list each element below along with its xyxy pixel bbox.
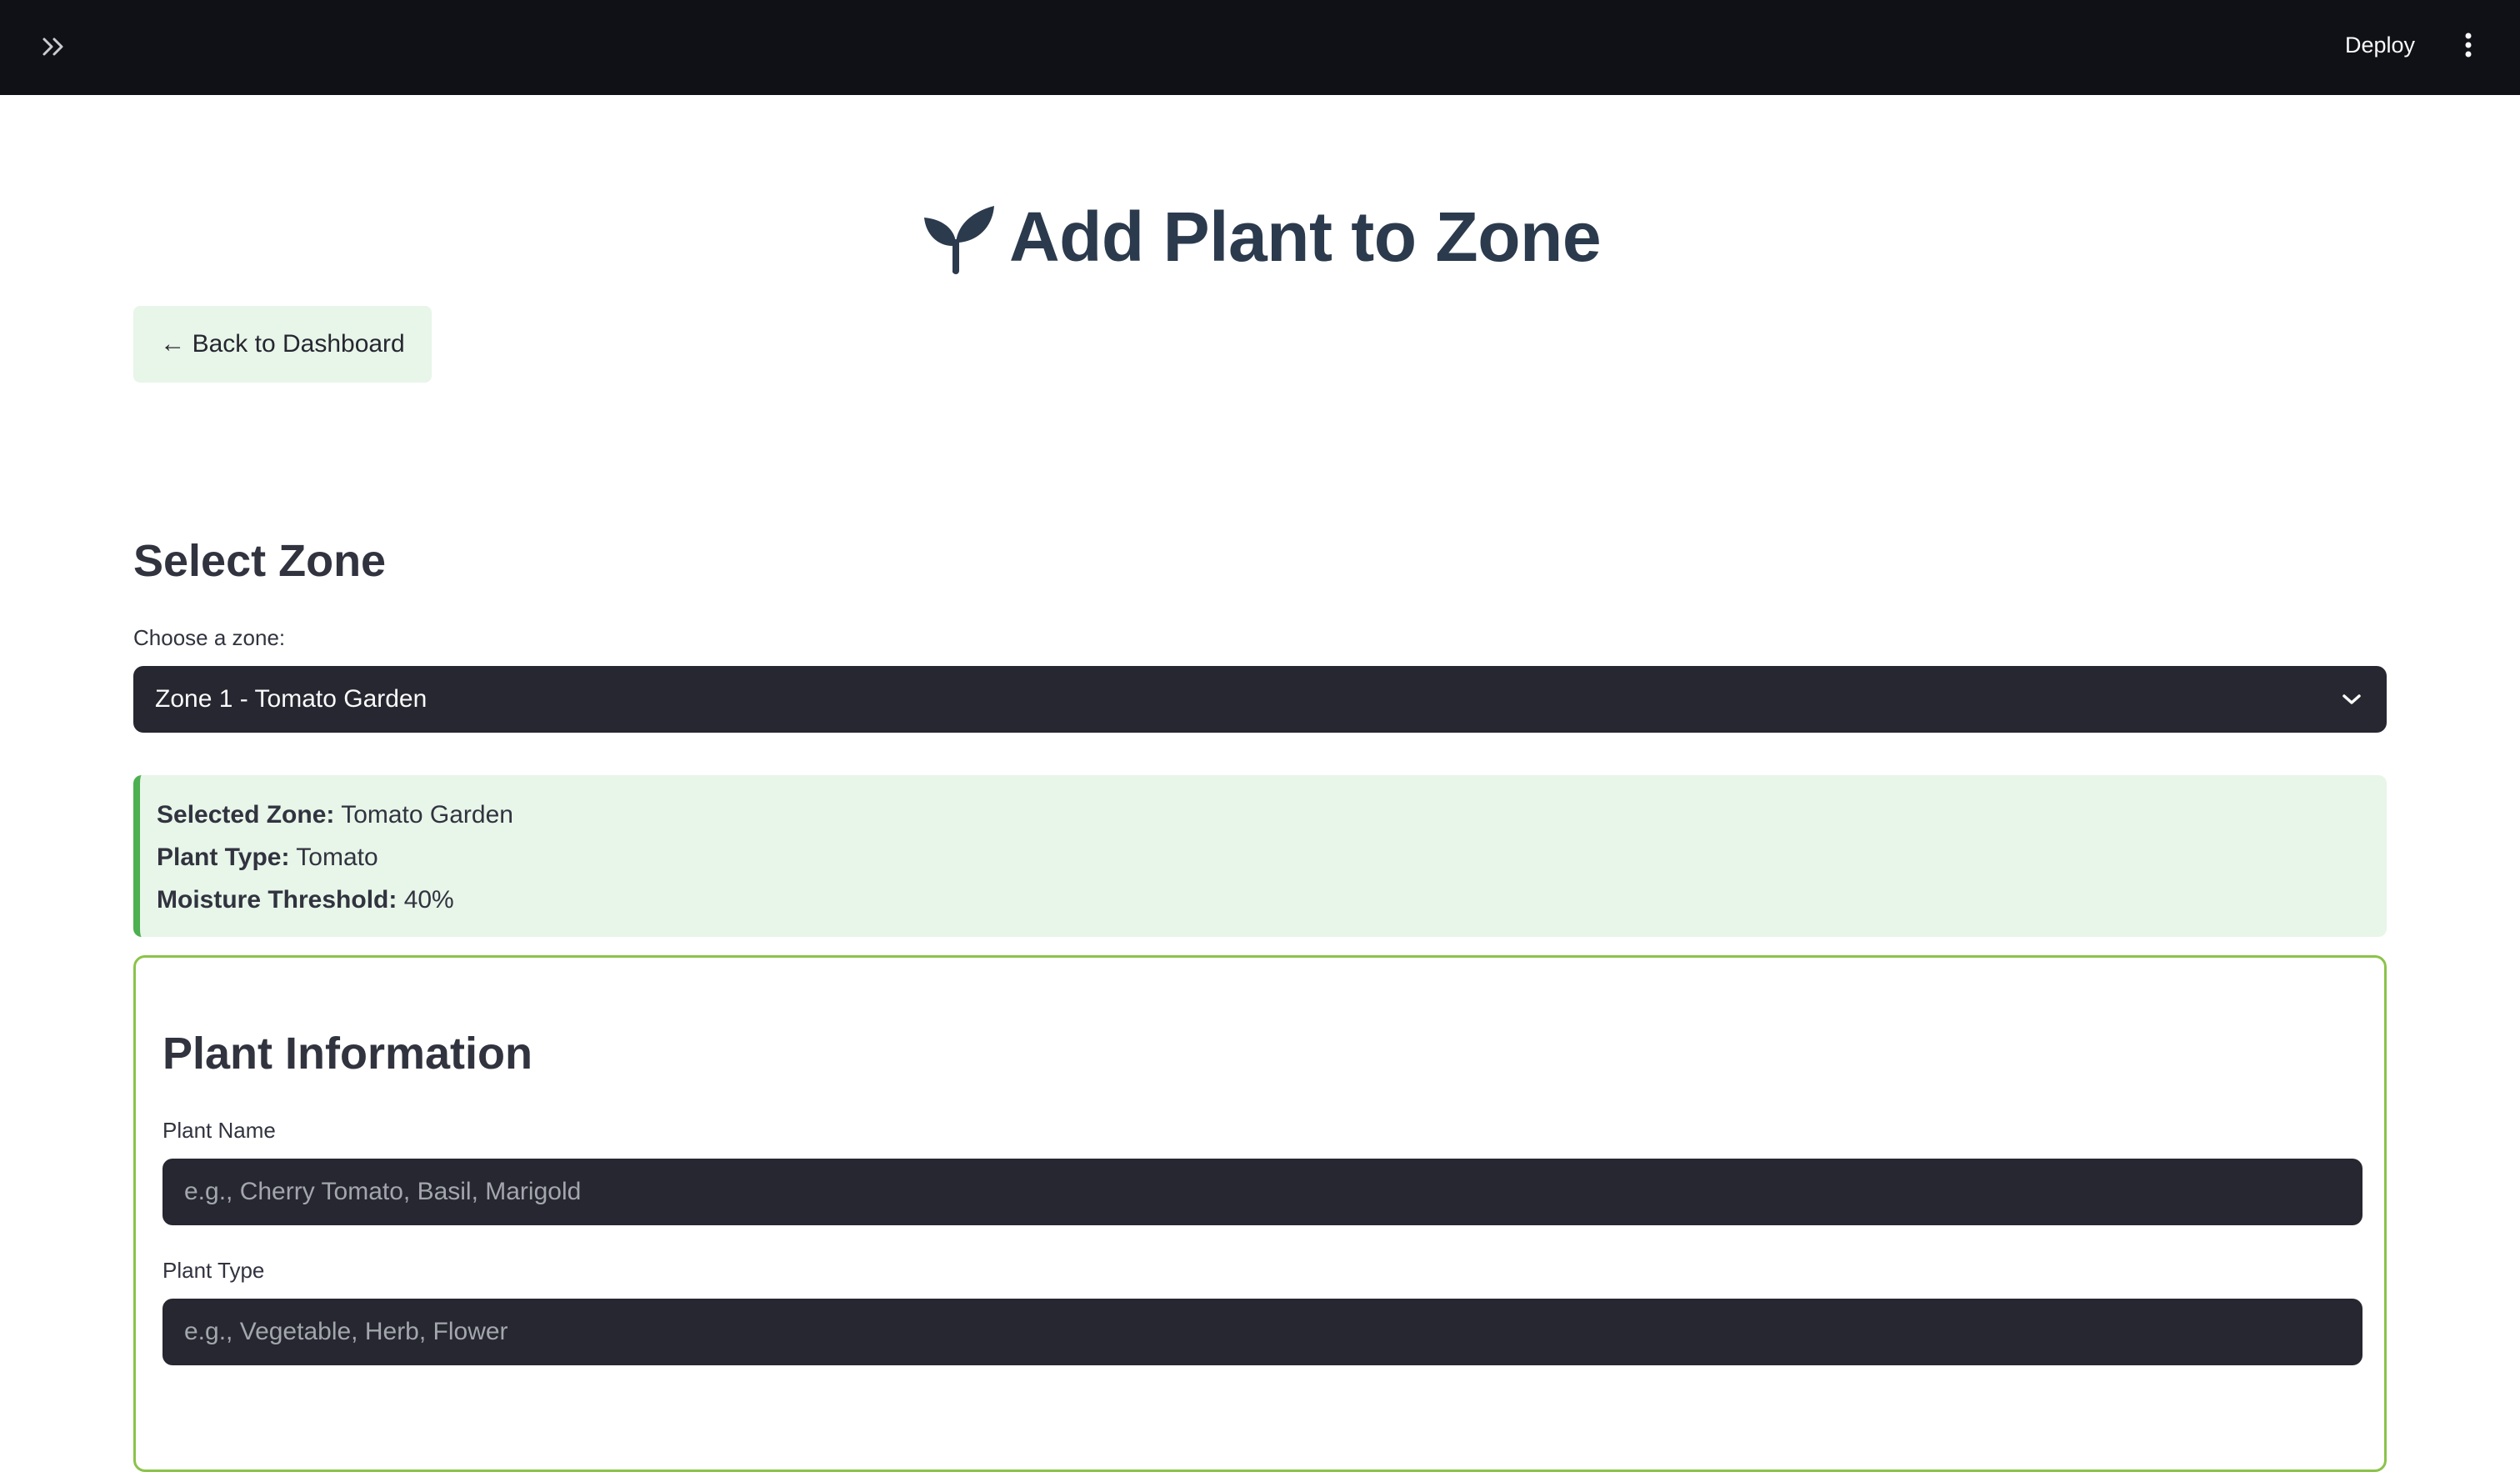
plant-type-info-value: Tomato bbox=[296, 844, 378, 871]
plant-name-input[interactable] bbox=[162, 1159, 2362, 1225]
page-title: Add Plant to Zone bbox=[1008, 197, 1602, 276]
selected-zone-label: Selected Zone: bbox=[157, 801, 335, 829]
plant-name-label: Plant Name bbox=[162, 1118, 276, 1143]
plant-information-form: Plant Information Plant Name Plant Type bbox=[133, 955, 2387, 1472]
moisture-threshold-value: 40% bbox=[403, 886, 454, 914]
vertical-ellipsis-icon[interactable] bbox=[2450, 27, 2487, 63]
seedling-icon bbox=[919, 198, 998, 276]
moisture-threshold-line: Moisture Threshold: 40% bbox=[157, 879, 2387, 921]
zone-info-box: Selected Zone: Tomato Garden Plant Type:… bbox=[133, 775, 2387, 937]
plant-type-input[interactable] bbox=[162, 1299, 2362, 1365]
back-to-dashboard-button[interactable]: ← Back to Dashboard bbox=[133, 306, 432, 383]
zone-select-value: Zone 1 - Tomato Garden bbox=[155, 685, 428, 713]
chevron-down-icon bbox=[2338, 686, 2365, 713]
selected-zone-line: Selected Zone: Tomato Garden bbox=[157, 794, 2387, 836]
select-zone-heading: Select Zone bbox=[133, 536, 387, 586]
plant-type-label: Plant Type bbox=[162, 1258, 265, 1283]
plant-type-info-label: Plant Type: bbox=[157, 844, 290, 871]
selected-zone-value: Tomato Garden bbox=[341, 801, 513, 829]
plant-information-heading: Plant Information bbox=[162, 1029, 532, 1079]
double-chevron-right-icon[interactable] bbox=[35, 28, 72, 65]
zone-select[interactable]: Zone 1 - Tomato Garden bbox=[133, 666, 2387, 733]
deploy-button[interactable]: Deploy bbox=[2332, 23, 2428, 67]
app-header: Deploy bbox=[0, 0, 2520, 95]
zone-select-label: Choose a zone: bbox=[133, 625, 286, 650]
page-title-row: Add Plant to Zone bbox=[133, 187, 2387, 287]
plant-type-line: Plant Type: Tomato bbox=[157, 836, 2387, 879]
moisture-threshold-label: Moisture Threshold: bbox=[157, 886, 398, 914]
